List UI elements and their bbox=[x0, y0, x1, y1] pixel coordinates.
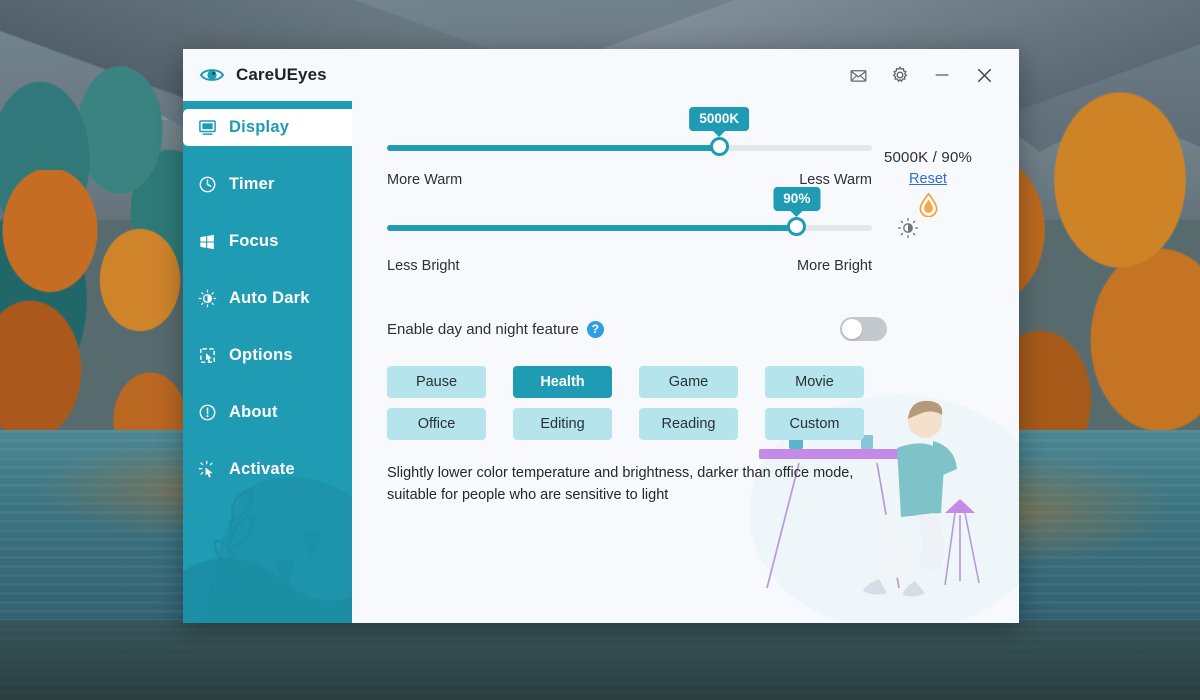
day-night-feature-row: Enable day and night feature ? bbox=[387, 317, 887, 341]
sidebar-item-activate[interactable]: Activate bbox=[183, 451, 352, 488]
toggle-knob bbox=[842, 319, 862, 339]
day-night-toggle[interactable] bbox=[840, 317, 887, 341]
close-icon[interactable] bbox=[963, 56, 1005, 94]
window-titlebar: CareUEyes bbox=[183, 49, 1019, 101]
color-temperature-slider[interactable]: 5000K bbox=[387, 107, 872, 156]
sidebar-item-label: Display bbox=[229, 118, 290, 136]
mode-description: Slightly lower color temperature and bri… bbox=[387, 465, 854, 504]
sidebar-item-label: Focus bbox=[229, 232, 279, 250]
current-values-text: 5000K / 90% bbox=[883, 149, 973, 166]
mode-button-editing[interactable]: Editing bbox=[513, 408, 612, 440]
sidebar-item-label: Auto Dark bbox=[229, 289, 310, 307]
brightness-slider-handle[interactable] bbox=[787, 217, 807, 236]
temperature-value-bubble: 5000K bbox=[689, 107, 750, 131]
droplet-icon bbox=[853, 192, 1003, 217]
day-night-label: Enable day and night feature bbox=[387, 320, 579, 338]
brightness-value-bubble: 90% bbox=[773, 187, 821, 211]
minimize-icon[interactable] bbox=[921, 56, 963, 94]
mode-button-reading[interactable]: Reading bbox=[639, 408, 738, 440]
app-title: CareUEyes bbox=[236, 65, 327, 84]
sidebar-item-options[interactable]: Options bbox=[183, 337, 352, 374]
brightness-caption-right: More Bright bbox=[797, 258, 872, 274]
mode-button-game[interactable]: Game bbox=[639, 366, 738, 398]
temperature-slider-handle[interactable] bbox=[709, 137, 729, 156]
sidebar-item-label: About bbox=[229, 403, 278, 421]
eye-icon bbox=[199, 62, 225, 88]
brightness-caption-left: Less Bright bbox=[387, 258, 460, 274]
display-panel: 5000K / 90% Reset 5000K More Warm Less W… bbox=[352, 101, 1019, 623]
sidebar-item-about[interactable]: About bbox=[183, 394, 352, 431]
sidebar-item-auto-dark[interactable]: Auto Dark bbox=[183, 280, 352, 317]
sidebar-nav: Display Timer Focus Auto Dark Options Ab… bbox=[183, 101, 352, 488]
sidebar-item-label: Timer bbox=[229, 175, 275, 193]
info-icon bbox=[196, 402, 218, 424]
gear-icon[interactable] bbox=[879, 56, 921, 94]
temperature-caption-left: More Warm bbox=[387, 172, 463, 188]
windows-icon bbox=[196, 231, 218, 253]
temperature-captions: More Warm Less Warm bbox=[387, 172, 872, 188]
sidebar-item-label: Options bbox=[229, 346, 293, 364]
mode-button-office[interactable]: Office bbox=[387, 408, 486, 440]
mode-button-movie[interactable]: Movie bbox=[765, 366, 864, 398]
brightness-captions: Less Bright More Bright bbox=[387, 258, 872, 274]
sidebar-item-focus[interactable]: Focus bbox=[183, 223, 352, 260]
sun-dark-icon bbox=[196, 288, 218, 310]
careueyes-window: CareUEyes Display Timer Focus Auto Dark … bbox=[183, 49, 1019, 623]
reset-link[interactable]: Reset bbox=[909, 171, 947, 187]
clock-icon bbox=[196, 174, 218, 196]
brightness-track-fill bbox=[387, 225, 797, 231]
temperature-track-fill bbox=[387, 145, 720, 151]
cursor-box-icon bbox=[196, 345, 218, 367]
mode-button-health[interactable]: Health bbox=[513, 366, 612, 398]
sidebar-item-display[interactable]: Display bbox=[183, 109, 352, 146]
help-circle-icon[interactable]: ? bbox=[586, 320, 604, 338]
monitor-icon bbox=[196, 117, 218, 139]
sidebar-item-label: Activate bbox=[229, 460, 295, 478]
mode-button-custom[interactable]: Custom bbox=[765, 408, 864, 440]
click-icon bbox=[196, 459, 218, 481]
brightness-slider-row: 90% bbox=[387, 187, 1019, 239]
brightness-icon bbox=[872, 217, 944, 239]
brightness-slider[interactable]: 90% bbox=[387, 187, 872, 236]
window-body: Display Timer Focus Auto Dark Options Ab… bbox=[183, 101, 1019, 623]
sidebar-item-timer[interactable]: Timer bbox=[183, 166, 352, 203]
sidebar: Display Timer Focus Auto Dark Options Ab… bbox=[183, 101, 352, 623]
mail-icon[interactable] bbox=[837, 56, 879, 94]
mode-button-pause[interactable]: Pause bbox=[387, 366, 486, 398]
display-content: 5000K / 90% Reset 5000K More Warm Less W… bbox=[352, 101, 1019, 507]
status-readout: 5000K / 90% Reset bbox=[853, 101, 1003, 217]
mode-button-grid: Pause Health Game Movie Office Editing R… bbox=[387, 366, 887, 440]
